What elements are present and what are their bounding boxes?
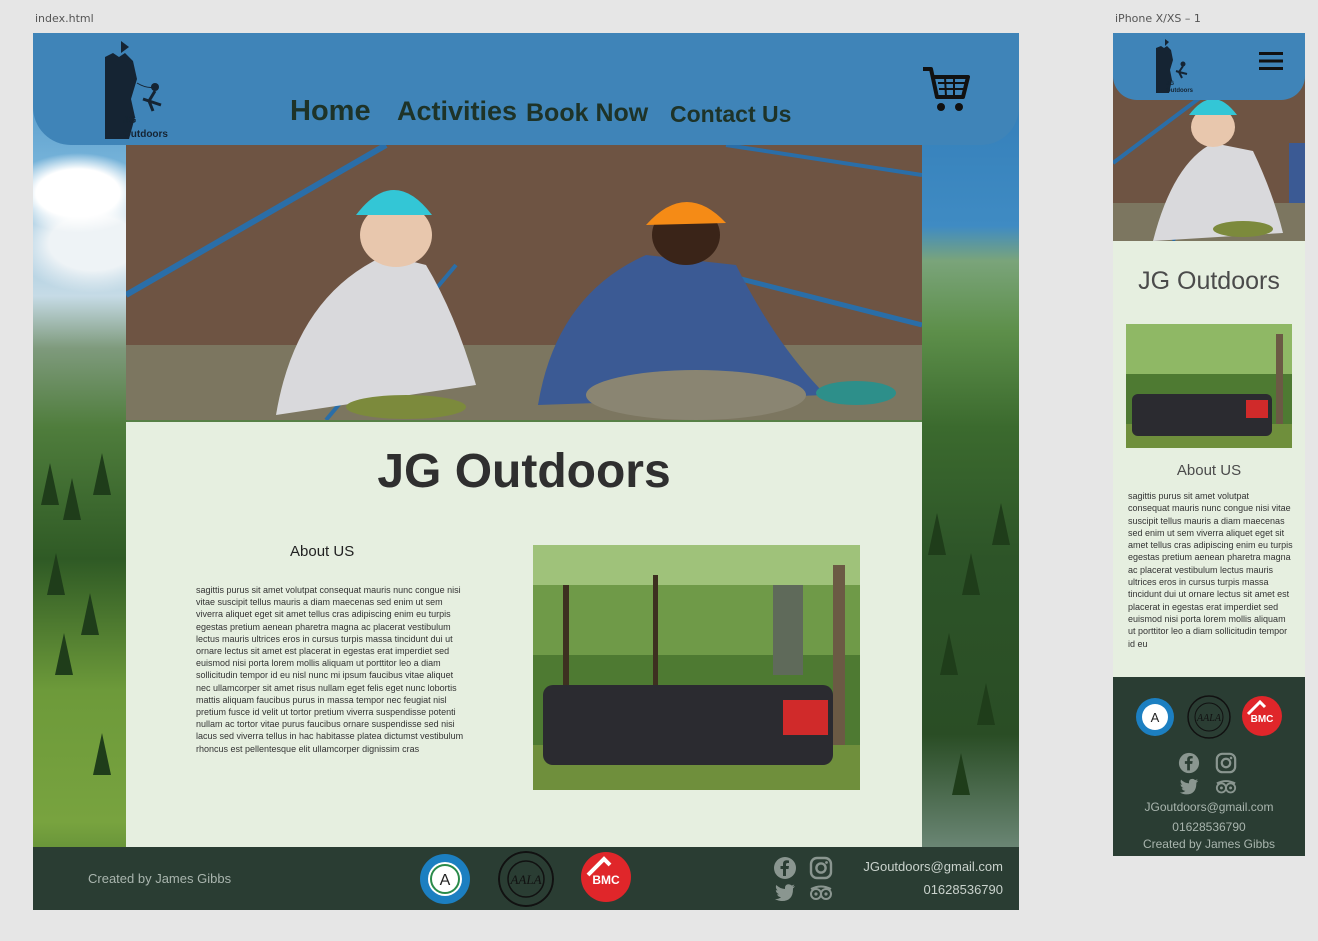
team-group-photo xyxy=(533,545,860,790)
mobile-bmc-text: BMC xyxy=(1251,714,1274,725)
footer-created-by: Created by James Gibbs xyxy=(88,871,232,886)
mobile-footer-phone[interactable]: 01628536790 xyxy=(1113,820,1305,834)
main-nav: Home Activities Book Now Contact Us xyxy=(33,33,1019,145)
about-paragraph: sagittis purus sit amet volutpat consequ… xyxy=(196,585,464,754)
artboard-label-desktop: index.html xyxy=(35,12,94,25)
footer-phone[interactable]: 01628536790 xyxy=(923,882,1003,897)
about-heading: About US xyxy=(290,543,355,560)
mobile-team-photo xyxy=(1126,324,1292,448)
mobile-footer-email[interactable]: JGoutdoors@gmail.com xyxy=(1113,800,1305,814)
facebook-icon[interactable] xyxy=(773,856,797,880)
site-footer: Created by James Gibbs A AALA BMC JGoutd… xyxy=(33,847,1019,910)
footer-email[interactable]: JGoutdoors@gmail.com xyxy=(863,859,1003,874)
mobile-logo-text-outdoors: Outdoors xyxy=(1166,88,1194,94)
mobile-tripadvisor-icon[interactable] xyxy=(1215,776,1237,798)
mobile-artboard: JG Outdoors JG Outdoors About US sagitti… xyxy=(1113,33,1305,856)
twitter-icon[interactable] xyxy=(773,881,797,905)
bmc-text: BMC xyxy=(592,873,620,887)
nav-contact-link[interactable]: Contact Us xyxy=(670,101,791,128)
main-content: JG Outdoors About US sagittis purus sit … xyxy=(126,422,922,847)
mobile-about-paragraph: sagittis purus sit amet volutpat consequ… xyxy=(1128,491,1293,649)
page-title: JG Outdoors xyxy=(377,445,671,498)
mobile-adventuremark-badge[interactable]: A xyxy=(1135,697,1175,737)
mobile-page-title: JG Outdoors xyxy=(1138,267,1280,295)
mobile-aala-badge[interactable]: AALA xyxy=(1187,695,1231,739)
site-header: JG Outdoors Home Activities Book Now Con… xyxy=(33,33,1019,145)
hero-climbing-image xyxy=(126,145,922,420)
mobile-bmc-badge[interactable]: BMC xyxy=(1241,695,1283,737)
mobile-logo[interactable]: JG Outdoors xyxy=(1155,38,1195,94)
mobile-twitter-icon[interactable] xyxy=(1178,776,1200,798)
mobile-about-heading: About US xyxy=(1176,462,1242,479)
nav-home-link[interactable]: Home xyxy=(290,95,371,128)
aala-text: AALA xyxy=(509,872,541,887)
adventuremark-badge[interactable]: A xyxy=(419,853,471,905)
mobile-adventuremark-letter: A xyxy=(1151,710,1160,725)
mountain-background-left xyxy=(33,33,127,910)
tripadvisor-icon[interactable] xyxy=(809,881,833,905)
mountain-background-right xyxy=(922,33,1019,910)
artboard-label-mobile: iPhone X/XS – 1 xyxy=(1115,12,1201,25)
mobile-facebook-icon[interactable] xyxy=(1178,752,1200,774)
adventuremark-letter: A xyxy=(440,872,451,889)
instagram-icon[interactable] xyxy=(809,856,833,880)
bmc-badge[interactable]: BMC xyxy=(580,851,632,903)
nav-activities-link[interactable]: Activities xyxy=(397,96,517,127)
mobile-aala-text: AALA xyxy=(1196,713,1222,724)
nav-book-now-link[interactable]: Book Now xyxy=(526,99,648,128)
hamburger-menu-icon[interactable] xyxy=(1259,51,1283,71)
mobile-footer-created-by: Created by James Gibbs xyxy=(1142,837,1276,851)
desktop-artboard: JG Outdoors Home Activities Book Now Con… xyxy=(33,33,1019,910)
mobile-instagram-icon[interactable] xyxy=(1215,752,1237,774)
mobile-logo-text-jg: JG xyxy=(1166,81,1174,87)
aala-badge[interactable]: AALA xyxy=(498,851,554,907)
mobile-footer: A AALA BMC JGoutdoors@gmail.com 01628536… xyxy=(1113,677,1305,856)
mobile-header: JG Outdoors xyxy=(1113,33,1305,100)
cart-icon[interactable] xyxy=(921,63,971,115)
